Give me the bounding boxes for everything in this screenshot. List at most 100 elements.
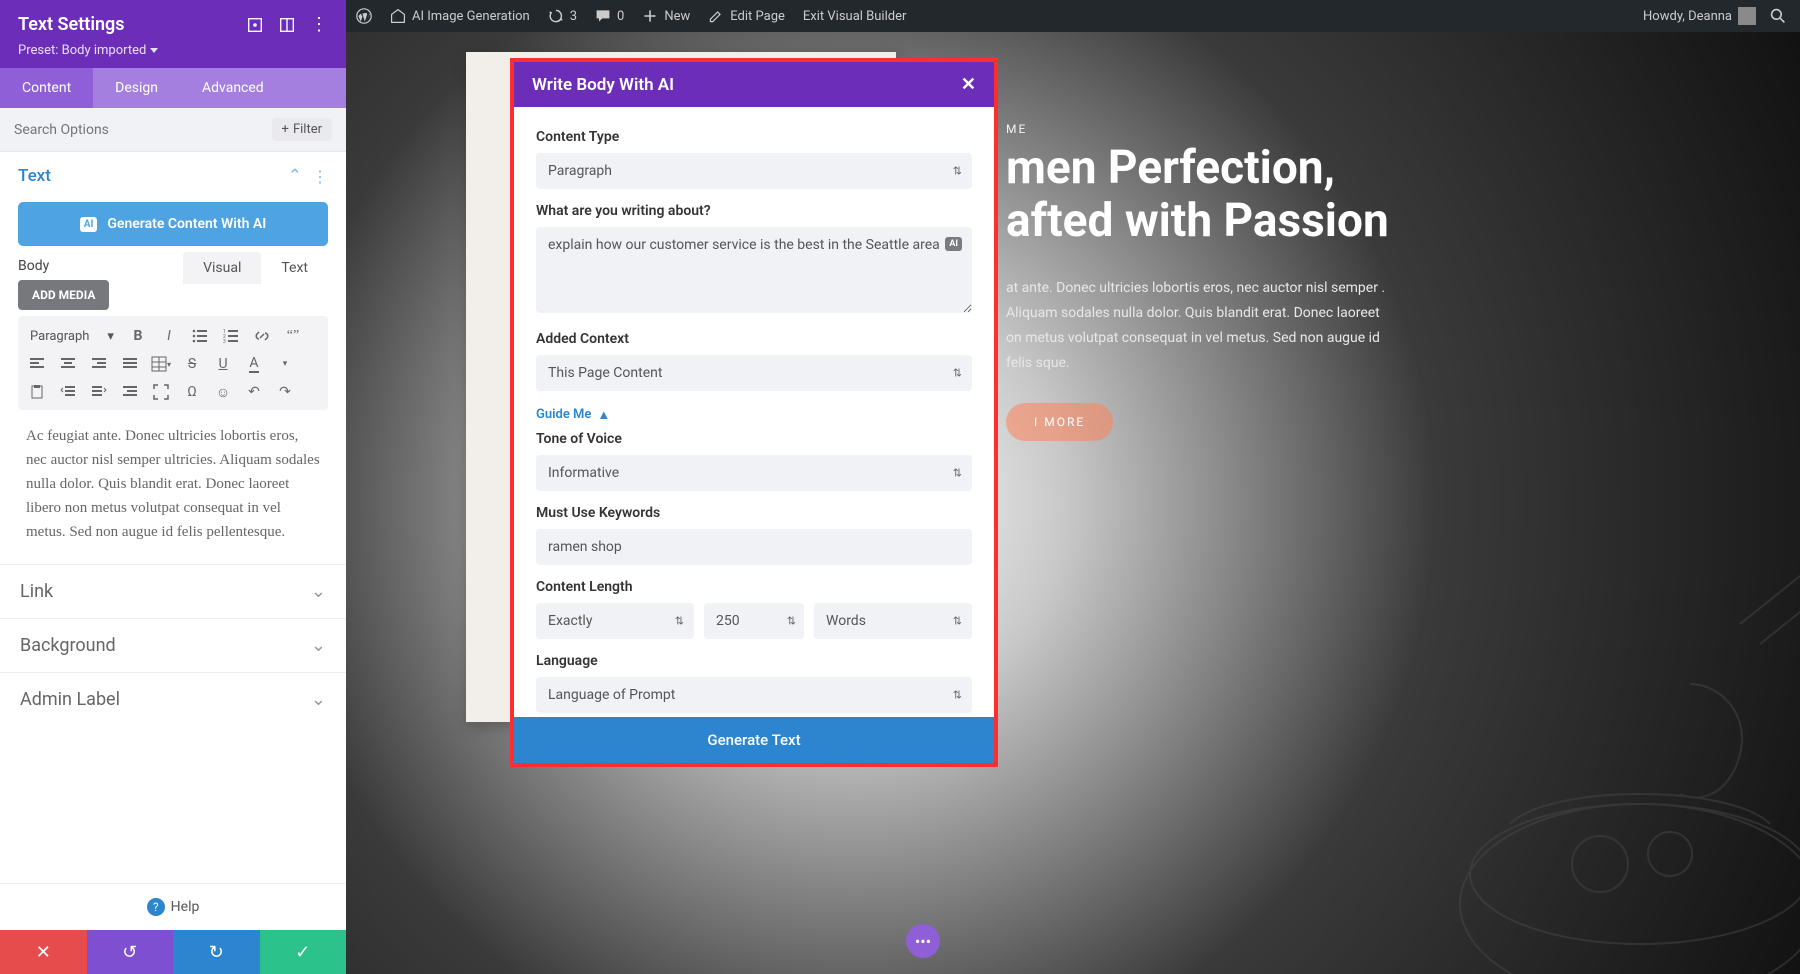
- indent-icon[interactable]: [88, 381, 110, 403]
- hero-cta-button[interactable]: I MORE: [1006, 403, 1113, 441]
- edit-page-label: Edit Page: [730, 9, 785, 24]
- help-row[interactable]: ? Help: [0, 883, 346, 930]
- text-color-dropdown-icon[interactable]: ▾: [274, 353, 296, 375]
- preset-label: Preset: Body imported: [18, 43, 146, 58]
- chevron-down-icon: ▾: [107, 329, 114, 344]
- layout-icon[interactable]: [278, 16, 296, 34]
- link-accordion[interactable]: Link ⌄: [0, 564, 346, 618]
- save-button[interactable]: ✓: [260, 930, 347, 974]
- align-left-icon[interactable]: [26, 353, 48, 375]
- chevron-up-icon[interactable]: ⌃: [288, 166, 302, 186]
- updates-link[interactable]: 3: [548, 8, 577, 24]
- filter-button[interactable]: + Filter: [272, 118, 332, 141]
- filter-label: Filter: [293, 122, 322, 137]
- new-link[interactable]: New: [642, 8, 690, 24]
- tab-design[interactable]: Design: [93, 68, 180, 108]
- align-justify-icon[interactable]: [119, 353, 141, 375]
- text-section-header[interactable]: Text ⌃ ⋮: [0, 152, 346, 194]
- text-tab[interactable]: Text: [261, 252, 328, 284]
- chevron-down-icon: ⌄: [311, 689, 326, 710]
- edit-page-link[interactable]: Edit Page: [708, 8, 785, 24]
- tone-select[interactable]: Informative: [536, 455, 972, 491]
- link-icon[interactable]: [251, 325, 273, 347]
- guide-me-label: Guide Me: [536, 407, 591, 423]
- undo-icon[interactable]: ↶: [243, 381, 265, 403]
- admin-label-accordion[interactable]: Admin Label ⌄: [0, 672, 346, 726]
- search-input[interactable]: [14, 122, 214, 138]
- align-right-icon[interactable]: [88, 353, 110, 375]
- context-label: Added Context: [536, 331, 972, 347]
- more-icon[interactable]: ⋮: [310, 16, 328, 34]
- outdent-icon[interactable]: [57, 381, 79, 403]
- triangle-up-icon: ▲: [597, 407, 610, 423]
- divi-fab-button[interactable]: •••: [906, 924, 940, 958]
- chevron-down-icon: ⌄: [311, 581, 326, 602]
- wp-admin-bar: AI Image Generation 3 0 New Edit Page Ex…: [346, 0, 1800, 32]
- hero-paragraph: at ante. Donec ultricies lobortis eros, …: [1006, 276, 1396, 377]
- editor-content[interactable]: Ac feugiat ante. Donec ultricies loborti…: [18, 410, 328, 564]
- length-compare-select[interactable]: Exactly: [536, 603, 694, 639]
- ai-badge-icon: AI: [80, 217, 98, 232]
- context-select[interactable]: This Page Content: [536, 355, 972, 391]
- italic-icon[interactable]: I: [158, 325, 180, 347]
- site-name[interactable]: AI Image Generation: [390, 8, 530, 24]
- underline-icon[interactable]: U: [212, 353, 234, 375]
- preset-selector[interactable]: Preset: Body imported: [18, 43, 328, 58]
- undo-button[interactable]: ↺: [87, 930, 174, 974]
- editor-toolbar: Paragraph ▾ B I 123 “” ▾ S U A ▾: [18, 316, 328, 410]
- panel-title: Text Settings: [18, 14, 125, 35]
- tab-content[interactable]: Content: [0, 68, 93, 108]
- new-label: New: [664, 9, 690, 24]
- about-textarea[interactable]: [536, 227, 972, 313]
- generate-ai-button[interactable]: AI Generate Content With AI: [18, 202, 328, 246]
- close-icon[interactable]: ✕: [961, 74, 976, 95]
- tab-advanced[interactable]: Advanced: [180, 68, 286, 108]
- text-color-icon[interactable]: A: [243, 353, 265, 375]
- comments-count: 0: [617, 9, 624, 24]
- ol-icon[interactable]: 123: [220, 325, 242, 347]
- length-label: Content Length: [536, 579, 972, 595]
- exit-builder-link[interactable]: Exit Visual Builder: [803, 9, 906, 24]
- omega-icon[interactable]: Ω: [181, 381, 203, 403]
- sidebar-header: Text Settings ⋮ Preset: Body imported: [0, 0, 346, 68]
- indent2-icon[interactable]: [119, 381, 141, 403]
- search-icon[interactable]: [1770, 8, 1786, 24]
- guide-me-toggle[interactable]: Guide Me ▲: [536, 407, 610, 423]
- keywords-label: Must Use Keywords: [536, 505, 972, 521]
- fullscreen-icon[interactable]: [150, 381, 172, 403]
- visual-tab[interactable]: Visual: [183, 252, 261, 284]
- wp-logo-icon[interactable]: [356, 8, 372, 24]
- strike-icon[interactable]: S: [181, 353, 203, 375]
- comments-link[interactable]: 0: [595, 8, 624, 24]
- modal-header: Write Body With AI ✕: [514, 62, 994, 107]
- format-select[interactable]: Paragraph ▾: [26, 327, 118, 346]
- modal-body: Content Type Paragraph What are you writ…: [514, 107, 994, 717]
- ul-icon[interactable]: [189, 325, 211, 347]
- quote-icon[interactable]: “”: [282, 325, 304, 347]
- cancel-button[interactable]: ✕: [0, 930, 87, 974]
- language-select[interactable]: Language of Prompt: [536, 677, 972, 713]
- search-row: + Filter: [0, 108, 346, 152]
- length-number-input[interactable]: [704, 603, 804, 639]
- help-label: Help: [171, 899, 200, 915]
- ai-chip-icon[interactable]: AI: [945, 237, 962, 251]
- redo-icon[interactable]: ↷: [274, 381, 296, 403]
- keywords-input[interactable]: [536, 529, 972, 565]
- howdy-text: Howdy, Deanna: [1643, 9, 1732, 24]
- add-media-button[interactable]: ADD MEDIA: [18, 280, 109, 310]
- section-more-icon[interactable]: ⋮: [312, 167, 328, 186]
- length-unit-select[interactable]: Words: [814, 603, 972, 639]
- emoji-icon[interactable]: ☺: [212, 381, 234, 403]
- howdy-user[interactable]: Howdy, Deanna: [1643, 7, 1756, 25]
- paste-icon[interactable]: [26, 381, 48, 403]
- generate-text-button[interactable]: Generate Text: [514, 717, 994, 763]
- redo-button[interactable]: ↻: [173, 930, 260, 974]
- expand-icon[interactable]: [246, 16, 264, 34]
- table-icon[interactable]: ▾: [150, 353, 172, 375]
- align-center-icon[interactable]: [57, 353, 79, 375]
- bottom-actions: ✕ ↺ ↻ ✓: [0, 930, 346, 974]
- content-type-select[interactable]: Paragraph: [536, 153, 972, 189]
- bold-icon[interactable]: B: [127, 325, 149, 347]
- background-accordion[interactable]: Background ⌄: [0, 618, 346, 672]
- exit-builder-label: Exit Visual Builder: [803, 9, 906, 24]
